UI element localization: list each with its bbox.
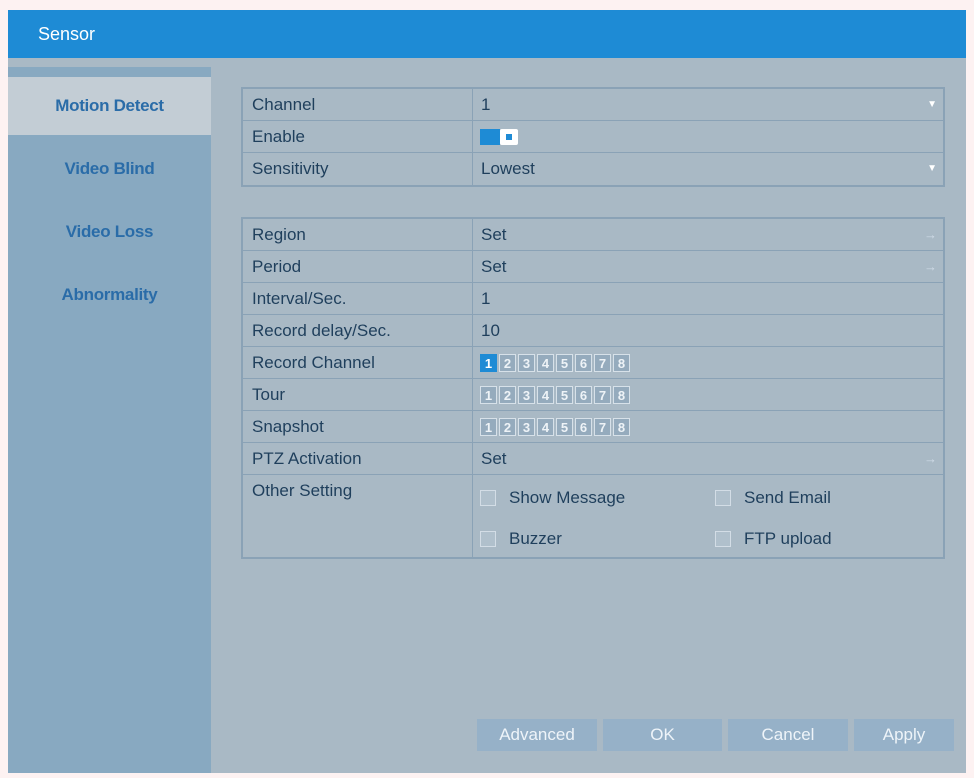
region-row: Region Set → bbox=[243, 219, 943, 251]
channel-chip-4[interactable]: 4 bbox=[537, 354, 554, 372]
sensitivity-value: Lowest bbox=[481, 159, 535, 178]
basic-settings-table: Channel 1 ▼ Enable Sensitivity Lowest ▼ bbox=[241, 87, 945, 187]
region-value: Set bbox=[481, 225, 507, 244]
sensor-window: Sensor Motion Detect Video Blind Video L… bbox=[8, 10, 966, 773]
tour-label: Tour bbox=[243, 379, 473, 410]
show-message-label: Show Message bbox=[509, 488, 626, 507]
action-settings-table: Region Set → Period Set → Interval/Sec. … bbox=[241, 217, 945, 559]
checkbox-box bbox=[480, 530, 496, 547]
channel-chip-3[interactable]: 3 bbox=[518, 418, 535, 436]
ftp-upload-label: FTP upload bbox=[744, 529, 832, 548]
sidebar: Motion Detect Video Blind Video Loss Abn… bbox=[8, 67, 211, 773]
checkbox-box bbox=[715, 489, 731, 506]
ok-button[interactable]: OK bbox=[603, 719, 722, 751]
channel-chip-6[interactable]: 6 bbox=[575, 354, 592, 372]
period-label: Period bbox=[243, 251, 473, 282]
channel-chip-7[interactable]: 7 bbox=[594, 418, 611, 436]
enable-label: Enable bbox=[243, 121, 473, 152]
region-set-button[interactable]: Set → bbox=[473, 219, 943, 250]
enable-row: Enable bbox=[243, 121, 943, 153]
channel-chip-4[interactable]: 4 bbox=[537, 386, 554, 404]
interval-label: Interval/Sec. bbox=[243, 283, 473, 314]
buzzer-label: Buzzer bbox=[509, 529, 562, 548]
record-channel-label: Record Channel bbox=[243, 347, 473, 378]
record-delay-input[interactable]: 10 bbox=[473, 315, 943, 346]
other-setting-row: Other Setting Show Message Send Email Bu… bbox=[243, 475, 943, 557]
channel-chip-8[interactable]: 8 bbox=[613, 418, 630, 436]
record-channel-row: Record Channel 12345678 bbox=[243, 347, 943, 379]
channel-chip-2[interactable]: 2 bbox=[499, 386, 516, 404]
channel-select[interactable]: 1 ▼ bbox=[473, 89, 943, 120]
send-email-label: Send Email bbox=[744, 488, 831, 507]
advanced-button[interactable]: Advanced bbox=[477, 719, 597, 751]
buzzer-checkbox[interactable]: Buzzer bbox=[480, 523, 562, 554]
ptz-label: PTZ Activation bbox=[243, 443, 473, 474]
snapshot-label: Snapshot bbox=[243, 411, 473, 442]
record-delay-row: Record delay/Sec. 10 bbox=[243, 315, 943, 347]
arrow-right-icon: → bbox=[924, 451, 937, 466]
sidebar-item-video-blind[interactable]: Video Blind bbox=[8, 140, 211, 198]
channel-chip-5[interactable]: 5 bbox=[556, 354, 573, 372]
channel-chip-2[interactable]: 2 bbox=[499, 418, 516, 436]
period-value: Set bbox=[481, 257, 507, 276]
tour-row: Tour 12345678 bbox=[243, 379, 943, 411]
checkbox-box bbox=[715, 530, 731, 547]
enable-cell bbox=[473, 121, 943, 152]
send-email-checkbox[interactable]: Send Email bbox=[715, 482, 831, 513]
show-message-checkbox[interactable]: Show Message bbox=[480, 482, 625, 513]
channel-chip-3[interactable]: 3 bbox=[518, 386, 535, 404]
record-delay-label: Record delay/Sec. bbox=[243, 315, 473, 346]
window-title: Sensor bbox=[8, 10, 966, 58]
ptz-set-button[interactable]: Set → bbox=[473, 443, 943, 474]
ftp-upload-checkbox[interactable]: FTP upload bbox=[715, 523, 832, 554]
channel-chip-1[interactable]: 1 bbox=[480, 418, 497, 436]
checkbox-box bbox=[480, 489, 496, 506]
enable-toggle[interactable] bbox=[480, 129, 520, 145]
tour-chips: 12345678 bbox=[480, 386, 630, 404]
toggle-on-fill bbox=[480, 129, 500, 145]
snapshot-row: Snapshot 12345678 bbox=[243, 411, 943, 443]
content-panel: Channel 1 ▼ Enable Sensitivity Lowest ▼ … bbox=[211, 67, 966, 773]
region-label: Region bbox=[243, 219, 473, 250]
channel-label: Channel bbox=[243, 89, 473, 120]
channel-chip-2[interactable]: 2 bbox=[499, 354, 516, 372]
sensitivity-select[interactable]: Lowest ▼ bbox=[473, 153, 943, 185]
interval-row: Interval/Sec. 1 bbox=[243, 283, 943, 315]
channel-chip-5[interactable]: 5 bbox=[556, 386, 573, 404]
sidebar-item-abnormality[interactable]: Abnormality bbox=[8, 266, 211, 324]
sensitivity-row: Sensitivity Lowest ▼ bbox=[243, 153, 943, 185]
channel-value: 1 bbox=[481, 95, 491, 114]
channel-chip-8[interactable]: 8 bbox=[613, 354, 630, 372]
channel-chip-1[interactable]: 1 bbox=[480, 386, 497, 404]
cancel-button[interactable]: Cancel bbox=[728, 719, 848, 751]
arrow-right-icon: → bbox=[924, 227, 937, 242]
channel-chip-6[interactable]: 6 bbox=[575, 386, 592, 404]
apply-button[interactable]: Apply bbox=[854, 719, 954, 751]
interval-input[interactable]: 1 bbox=[473, 283, 943, 314]
sidebar-item-motion-detect[interactable]: Motion Detect bbox=[8, 77, 211, 135]
channel-row: Channel 1 ▼ bbox=[243, 89, 943, 121]
channel-chip-1[interactable]: 1 bbox=[480, 354, 497, 372]
channel-chip-5[interactable]: 5 bbox=[556, 418, 573, 436]
record-channel-chips: 12345678 bbox=[480, 354, 630, 372]
period-set-button[interactable]: Set → bbox=[473, 251, 943, 282]
sensitivity-label: Sensitivity bbox=[243, 153, 473, 185]
chevron-down-icon: ▼ bbox=[927, 163, 937, 174]
channel-chip-7[interactable]: 7 bbox=[594, 354, 611, 372]
channel-chip-6[interactable]: 6 bbox=[575, 418, 592, 436]
channel-chip-7[interactable]: 7 bbox=[594, 386, 611, 404]
channel-chip-8[interactable]: 8 bbox=[613, 386, 630, 404]
arrow-right-icon: → bbox=[924, 259, 937, 274]
period-row: Period Set → bbox=[243, 251, 943, 283]
chevron-down-icon: ▼ bbox=[927, 99, 937, 110]
ptz-row: PTZ Activation Set → bbox=[243, 443, 943, 475]
channel-chip-3[interactable]: 3 bbox=[518, 354, 535, 372]
channel-chip-4[interactable]: 4 bbox=[537, 418, 554, 436]
toggle-knob bbox=[500, 129, 518, 145]
ptz-value: Set bbox=[481, 449, 507, 468]
snapshot-chips: 12345678 bbox=[480, 418, 630, 436]
other-setting-label: Other Setting bbox=[243, 475, 473, 557]
sidebar-item-video-loss[interactable]: Video Loss bbox=[8, 203, 211, 261]
